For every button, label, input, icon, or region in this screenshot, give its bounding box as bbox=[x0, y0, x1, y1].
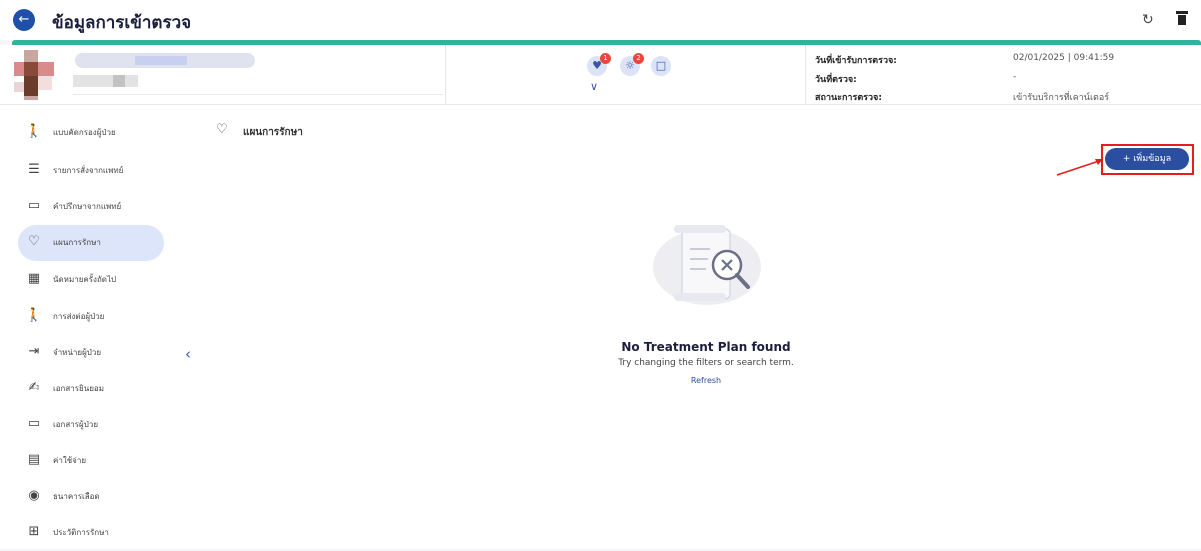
walking-person-icon: 🚶 bbox=[25, 308, 43, 323]
sidebar-item-label: แบบคัดกรองผู้ป่วย bbox=[53, 128, 116, 137]
page-title: ข้อมูลการเข้าตรวจ bbox=[52, 13, 192, 33]
info-label: วันที่เข้ารับการตรวจ: bbox=[815, 56, 897, 66]
empty-state-subtitle: Try changing the filters or search term. bbox=[618, 358, 794, 368]
expand-chevron-icon[interactable]: ∨ bbox=[590, 80, 598, 93]
empty-state-title: No Treatment Plan found bbox=[621, 340, 791, 354]
sidebar-item-history[interactable]: ⊞ ประวัติการรักษา bbox=[18, 515, 164, 551]
empty-document-illustration bbox=[653, 225, 761, 305]
settings-icon[interactable]: ☼ 2 bbox=[620, 53, 644, 76]
info-label: วันที่ตรวจ: bbox=[815, 75, 857, 85]
sidebar-item-discharge[interactable]: ⇥ จำหน่ายผู้ป่วย bbox=[18, 335, 164, 371]
sidebar-item-label: ประวัติการรักษา bbox=[53, 528, 109, 537]
blood-drop-icon: ◉ bbox=[28, 488, 40, 503]
section-title: แผนการรักษา bbox=[243, 127, 303, 138]
exit-icon: ⇥ bbox=[28, 344, 40, 359]
sidebar-item-referral[interactable]: 🚶 การส่งต่อผู้ป่วย bbox=[18, 299, 164, 335]
sidebar-item-label: ธนาคารเลือด bbox=[53, 492, 100, 501]
signature-icon: ✍ bbox=[28, 380, 40, 395]
info-value: 02/01/2025 | 09:41:59 bbox=[1013, 53, 1115, 63]
calendar-icon: ▦ bbox=[27, 271, 41, 286]
note-icon[interactable]: □ bbox=[651, 56, 671, 76]
trash-icon[interactable] bbox=[1176, 11, 1188, 25]
sidebar-item-treatment-plan[interactable]: ♡ แผนการรักษา bbox=[18, 225, 164, 261]
sidebar-item-label: การส่งต่อผู้ป่วย bbox=[53, 312, 105, 321]
folder-icon: ▭ bbox=[27, 416, 41, 431]
annotation-arrow bbox=[1056, 159, 1103, 176]
sidebar: 🚶 แบบคัดกรองผู้ป่วย ☰ รายการสั่งจากแพทย์ ▭… bbox=[0, 105, 200, 549]
patient-id bbox=[73, 75, 138, 87]
refresh-icon[interactable]: ↻ bbox=[1142, 12, 1154, 28]
sidebar-item-label: ค่าใช้จ่าย bbox=[53, 456, 87, 465]
sidebar-item-blood-bank[interactable]: ◉ ธนาคารเลือด bbox=[18, 479, 164, 515]
receipt-icon: ▤ bbox=[27, 452, 41, 467]
sidebar-item-label: เอกสารยินยอม bbox=[53, 384, 104, 393]
sidebar-item-screening[interactable]: 🚶 แบบคัดกรองผู้ป่วย bbox=[18, 115, 164, 151]
sidebar-item-doctor-orders[interactable]: ☰ รายการสั่งจากแพทย์ bbox=[18, 153, 164, 189]
patient-name bbox=[75, 53, 255, 68]
sidebar-item-label: รายการสั่งจากแพทย์ bbox=[53, 166, 124, 175]
sidebar-item-label: นัดหมายครั้งถัดไป bbox=[53, 275, 117, 284]
main-content: ♡ แผนการรักษา + เพิ่มข้อมูล No Treatment… bbox=[200, 105, 1201, 549]
info-value: เข้ารับบริการที่เคาน์เตอร์ bbox=[1013, 93, 1110, 103]
person-search-icon: 🚶 bbox=[25, 124, 43, 139]
info-value: - bbox=[1013, 72, 1017, 82]
sidebar-item-label: จำหน่ายผู้ป่วย bbox=[53, 348, 102, 357]
sidebar-item-consultation[interactable]: ▭ คำปรึกษาจากแพทย์ bbox=[18, 189, 164, 225]
back-button[interactable]: ← bbox=[13, 9, 35, 31]
badge: 1 bbox=[600, 53, 611, 64]
list-icon: ☰ bbox=[28, 162, 40, 177]
refresh-link[interactable]: Refresh bbox=[550, 376, 862, 385]
sidebar-item-expenses[interactable]: ▤ ค่าใช้จ่าย bbox=[18, 443, 164, 479]
collapse-sidebar-chevron-icon[interactable]: ‹ bbox=[185, 345, 191, 363]
sidebar-item-label: คำปรึกษาจากแพทย์ bbox=[53, 202, 122, 211]
top-bar: ← ข้อมูลการเข้าตรวจ ↻ bbox=[0, 0, 1201, 40]
add-data-button[interactable]: + เพิ่มข้อมูล bbox=[1105, 148, 1189, 170]
chat-icon: ▭ bbox=[27, 198, 41, 213]
arrow-left-icon: ← bbox=[18, 12, 30, 27]
sidebar-item-label: เอกสารผู้ป่วย bbox=[53, 420, 98, 429]
sidebar-item-next-appointment[interactable]: ▦ นัดหมายครั้งถัดไป bbox=[18, 262, 164, 298]
hand-heart-icon: ♡ bbox=[216, 122, 228, 137]
avatar bbox=[14, 50, 64, 100]
badge: 2 bbox=[633, 53, 644, 64]
hand-heart-icon: ♡ bbox=[28, 234, 40, 249]
sidebar-item-consent[interactable]: ✍ เอกสารยินยอม bbox=[18, 371, 164, 407]
info-label: สถานะการตรวจ: bbox=[815, 93, 882, 103]
medical-bag-icon: ⊞ bbox=[28, 524, 40, 539]
vitals-icon[interactable]: ♥ 1 bbox=[587, 53, 611, 76]
patient-header: ♥ 1 ☼ 2 □ ∨ วันที่เข้ารับการตรวจ: 02/01/20… bbox=[0, 45, 1201, 105]
sidebar-item-label: แผนการรักษา bbox=[53, 238, 101, 247]
sidebar-item-documents[interactable]: ▭ เอกสารผู้ป่วย bbox=[18, 407, 164, 443]
